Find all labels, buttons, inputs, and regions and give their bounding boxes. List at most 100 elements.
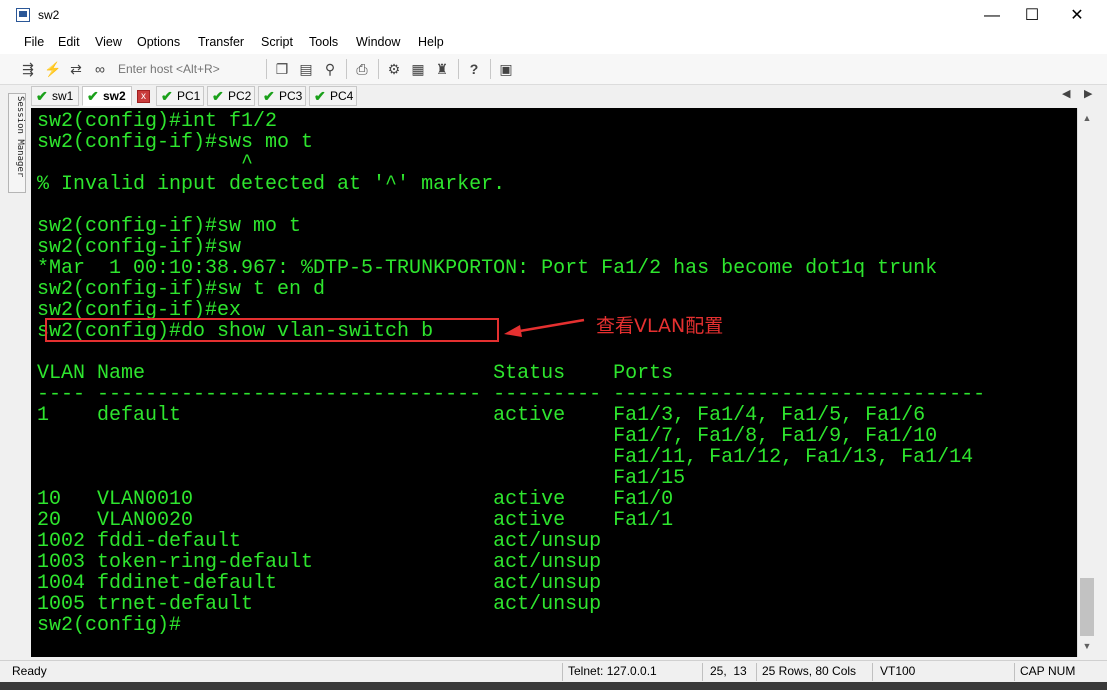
app-icon [16, 8, 30, 22]
scroll-down-icon[interactable]: ▼ [1078, 638, 1096, 655]
help-icon[interactable]: ? [466, 61, 482, 77]
status-separator [1014, 663, 1015, 681]
menu-window[interactable]: Window [356, 35, 400, 49]
tab-pc4[interactable]: ✔ PC4 [309, 86, 357, 106]
menu-file[interactable]: File [24, 35, 44, 49]
options-icon[interactable]: ▣ [498, 61, 514, 77]
tab-sw1[interactable]: ✔ sw1 [31, 86, 79, 106]
tab-scroll-left-icon[interactable]: ◀ [1062, 87, 1070, 100]
maximize-button[interactable]: ☐ [1009, 0, 1055, 31]
terminal-line: 1005 trnet-default act/unsup [37, 593, 602, 616]
session-manager-strip[interactable]: Session Manager [8, 93, 26, 193]
window-title: sw2 [38, 8, 60, 22]
annotation-arrow-icon [504, 318, 585, 337]
status-separator [702, 663, 703, 681]
connected-check-icon: ✔ [36, 88, 48, 104]
terminal-line: 10 VLAN0010 active Fa1/0 [37, 488, 674, 511]
tab-scroll-right-icon[interactable]: ▶ [1084, 87, 1092, 100]
toolbar: ⇶ ⚡ ⇄ ∞ ❐ ▤ ⚲ ⎙ ⚙ ▦ ♜ ? ▣ [0, 54, 1107, 85]
scroll-thumb[interactable] [1080, 578, 1094, 636]
tab-label: PC3 [279, 89, 303, 103]
terminal-line: 20 VLAN0020 active Fa1/1 [37, 509, 674, 532]
terminal-line: sw2(config-if)#sw mo t [37, 215, 302, 238]
sftp-icon[interactable]: ♜ [434, 61, 450, 77]
connected-check-icon: ✔ [263, 88, 275, 104]
terminal-line: sw2(config-if)#sw t en d [37, 278, 326, 301]
tab-label: PC1 [177, 89, 201, 103]
tab-close-icon[interactable]: x [137, 90, 150, 103]
terminal-line: sw2(config-if)#sws mo t [37, 131, 314, 154]
taskbar-strip [0, 682, 1107, 690]
tab-label: PC4 [330, 89, 354, 103]
terminal-scrollbar[interactable]: ▲ ▼ [1077, 108, 1096, 657]
tab-label: PC2 [228, 89, 252, 103]
status-size: 25 Rows, 80 Cols [762, 664, 857, 678]
toolbar-separator [458, 59, 459, 79]
terminal-line: 1003 token-ring-default act/unsup [37, 551, 602, 574]
connected-check-icon: ✔ [87, 88, 99, 104]
terminal-line: VLAN Name Status Ports [37, 362, 674, 385]
terminal-line: 1004 fddinet-default act/unsup [37, 572, 602, 595]
status-bar: Ready Telnet: 127.0.0.1 25, 13 25 Rows, … [0, 660, 1107, 683]
toolbar-separator [378, 59, 379, 79]
session-manager-label: Session Manager [15, 96, 25, 178]
tab-sw2[interactable]: ✔ sw2 [82, 86, 132, 106]
status-separator [562, 663, 563, 681]
status-num: NUM [1048, 664, 1076, 678]
terminal-line: Fa1/7, Fa1/8, Fa1/9, Fa1/10 [37, 425, 938, 448]
tab-pc1[interactable]: ✔ PC1 [156, 86, 204, 106]
menu-options[interactable]: Options [137, 35, 180, 49]
terminal-line: sw2(config-if)#sw [37, 236, 242, 259]
toolbar-separator [346, 59, 347, 79]
scroll-up-icon[interactable]: ▲ [1078, 110, 1096, 127]
disconnect-icon[interactable]: ∞ [92, 61, 108, 77]
status-separator [756, 663, 757, 681]
terminal-line: sw2(config)#int f1/2 [37, 110, 278, 133]
toolbar-separator [266, 59, 267, 79]
status-caps: CAP [1020, 664, 1045, 678]
status-terminal-type: VT100 [880, 664, 916, 678]
menu-view[interactable]: View [95, 35, 122, 49]
terminal-line: *Mar 1 00:10:38.967: %DTP-5-TRUNKPORTON:… [37, 257, 938, 280]
menu-transfer[interactable]: Transfer [198, 35, 244, 49]
tab-label: sw2 [103, 89, 126, 103]
title-bar: sw2 — ☐ ✕ [0, 0, 1107, 32]
menu-edit[interactable]: Edit [58, 35, 80, 49]
tab-pc2[interactable]: ✔ PC2 [207, 86, 255, 106]
host-input[interactable] [114, 58, 272, 79]
terminal-prompt: sw2(config)# [37, 614, 182, 637]
connected-check-icon: ✔ [161, 88, 173, 104]
command-highlight-box [45, 318, 499, 342]
terminal-line: 1 default active Fa1/3, Fa1/4, Fa1/5, Fa… [37, 404, 926, 427]
gear-icon[interactable]: ⚙ [386, 61, 402, 77]
terminal-line: % Invalid input detected at '^' marker. [37, 173, 506, 196]
status-telnet: Telnet: 127.0.0.1 [568, 664, 657, 678]
terminal-line: Fa1/15 [37, 467, 686, 490]
menu-bar: File Edit View Options Transfer Script T… [0, 31, 1107, 54]
menu-script[interactable]: Script [261, 35, 293, 49]
status-separator [872, 663, 873, 681]
tab-pc3[interactable]: ✔ PC3 [258, 86, 306, 106]
annotation-label: 查看VLAN配置 [596, 315, 724, 337]
find-icon[interactable]: ⚲ [322, 61, 338, 77]
menu-tools[interactable]: Tools [309, 35, 338, 49]
status-ready: Ready [12, 664, 47, 678]
terminal-line: Fa1/11, Fa1/12, Fa1/13, Fa1/14 [37, 446, 974, 469]
terminal-line: ---- -------------------------------- --… [37, 383, 986, 406]
quick-connect-icon[interactable]: ⚡ [44, 61, 61, 77]
menu-help[interactable]: Help [418, 35, 444, 49]
keymap-icon[interactable]: ▦ [410, 61, 426, 77]
close-button[interactable]: ✕ [1054, 0, 1100, 31]
toolbar-separator [490, 59, 491, 79]
terminal-line: 1002 fddi-default act/unsup [37, 530, 602, 553]
status-cursor: 25, 13 [710, 664, 747, 678]
tab-bar: ✔ sw1 ✔ sw2 x ✔ PC1 ✔ PC2 ✔ PC3 ✔ PC4 ◀ … [28, 85, 1107, 107]
connected-check-icon: ✔ [212, 88, 224, 104]
connect-icon[interactable]: ⇶ [20, 61, 36, 77]
paste-icon[interactable]: ▤ [298, 61, 314, 77]
reconnect-icon[interactable]: ⇄ [68, 61, 84, 77]
terminal-screen[interactable]: sw2(config)#int f1/2 sw2(config-if)#sws … [31, 108, 1077, 657]
tab-label: sw1 [52, 89, 74, 103]
copy-icon[interactable]: ❐ [274, 61, 290, 77]
print-icon[interactable]: ⎙ [354, 61, 370, 77]
